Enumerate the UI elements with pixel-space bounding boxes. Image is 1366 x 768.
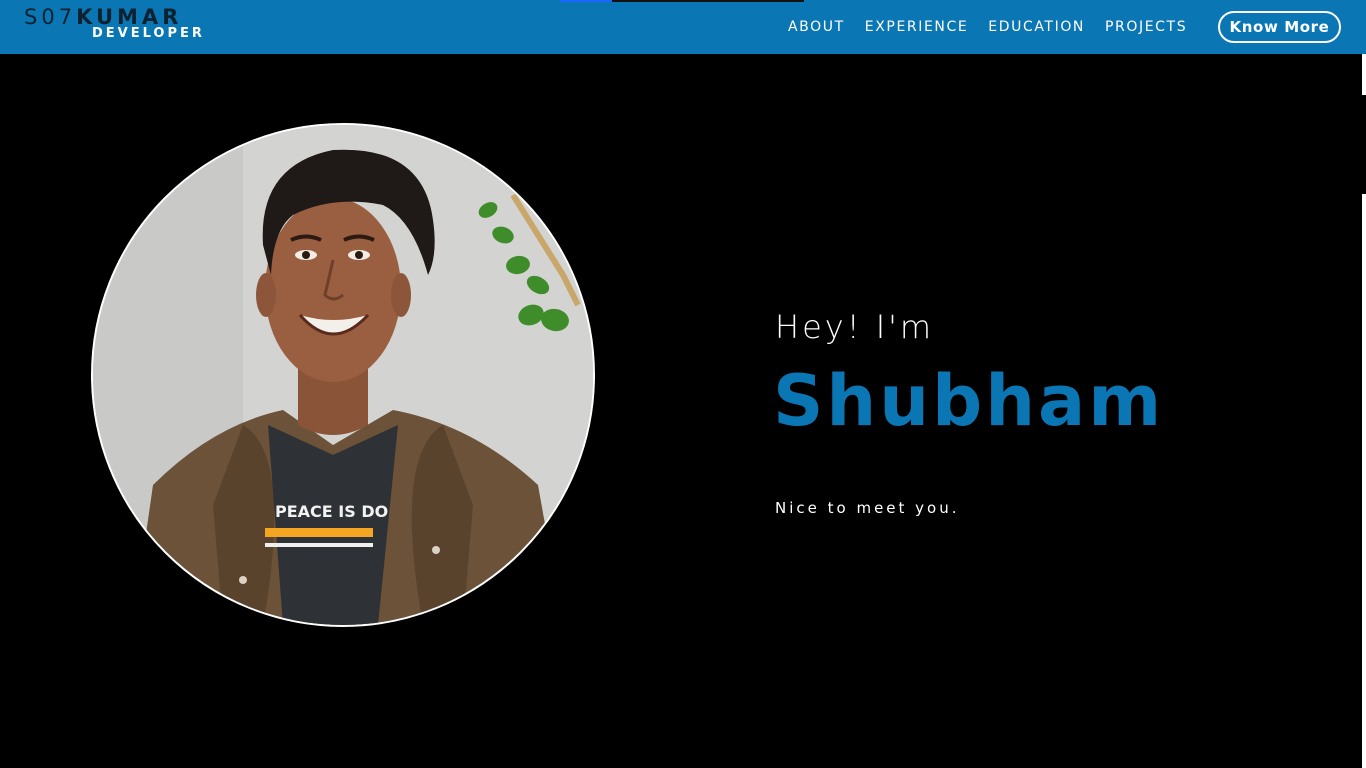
site-logo[interactable]: S07KUMAR DEVELOPER: [24, 5, 214, 45]
hero-tagline: Nice to meet you.: [775, 499, 960, 517]
shirt-print-text: PEACE IS DO: [275, 502, 388, 521]
main-nav: ABOUT EXPERIENCE EDUCATION PROJECTS: [788, 17, 1207, 37]
loading-bar-track: [612, 0, 804, 2]
know-more-button[interactable]: Know More: [1218, 11, 1341, 43]
profile-photo-illustration: PEACE IS DO: [93, 125, 593, 625]
logo-part-1: S07: [24, 5, 77, 29]
nav-experience-link[interactable]: EXPERIENCE: [865, 17, 969, 37]
hero-greeting: Hey! I'm: [775, 308, 935, 346]
nav-projects-link[interactable]: PROJECTS: [1105, 17, 1187, 37]
nav-education-link[interactable]: EDUCATION: [988, 17, 1085, 37]
loading-bar-accent: [560, 0, 612, 2]
profile-photo: PEACE IS DO: [91, 123, 595, 627]
top-navbar: S07KUMAR DEVELOPER ABOUT EXPERIENCE EDUC…: [0, 0, 1366, 54]
hero-name: Shubham: [773, 360, 1165, 442]
scrollbar-track[interactable]: [1362, 194, 1366, 768]
logo-subtitle: DEVELOPER: [92, 26, 205, 41]
scrollbar-track-top[interactable]: [1362, 54, 1366, 95]
nav-about-link[interactable]: ABOUT: [788, 17, 845, 37]
